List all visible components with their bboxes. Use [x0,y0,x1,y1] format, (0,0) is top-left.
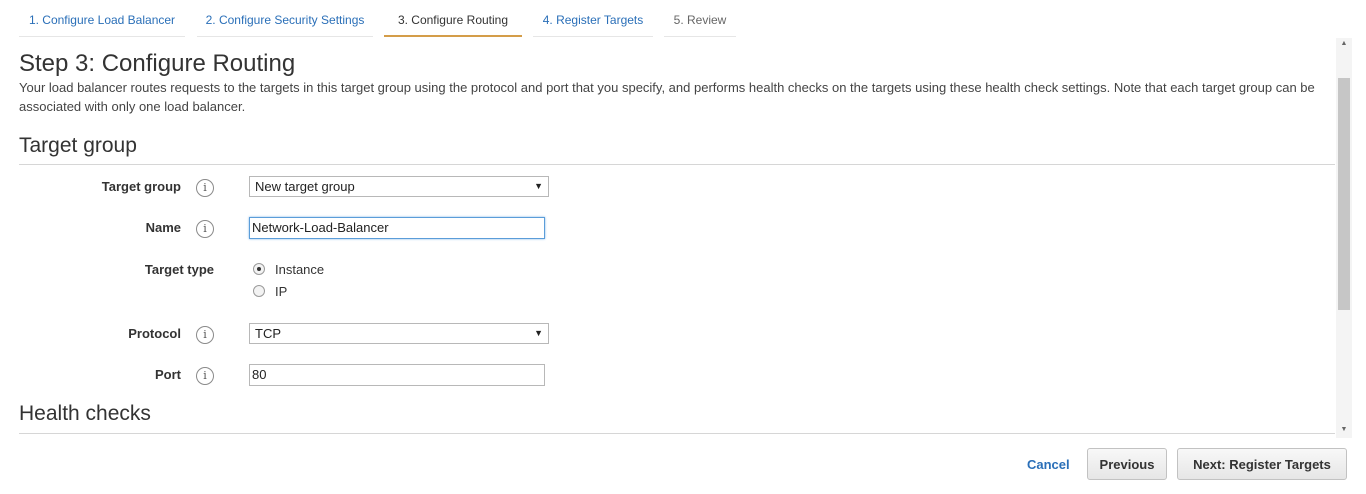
section-divider [19,164,1335,165]
instance-radio[interactable] [253,263,265,275]
previous-button[interactable]: Previous [1087,448,1167,480]
port-input[interactable]: 80 [249,364,545,386]
info-icon[interactable]: i [196,326,214,344]
info-icon[interactable]: i [196,179,214,197]
scrollbar-thumb[interactable] [1338,78,1350,310]
name-input[interactable]: Network-Load-Balancer [249,217,545,239]
vertical-scrollbar[interactable]: ▲ ▼ [1336,38,1352,438]
name-label: Name [145,220,181,235]
scroll-up-icon[interactable]: ▲ [1336,38,1352,50]
ip-radio-label[interactable]: IP [275,284,287,299]
next-register-targets-button[interactable]: Next: Register Targets [1177,448,1347,480]
target-group-heading: Target group [19,134,137,157]
tab-register-targets[interactable]: 4. Register Targets [533,0,653,37]
chevron-down-icon: ▼ [534,328,543,338]
protocol-select[interactable]: TCP ▼ [249,323,549,344]
wizard-content[interactable]: Step 3: Configure Routing Your load bala… [0,38,1352,438]
tab-review: 5. Review [664,0,736,37]
cancel-button[interactable]: Cancel [1027,457,1070,472]
protocol-label: Protocol [128,326,181,341]
port-label: Port [155,367,181,382]
target-group-label: Target group [101,179,181,194]
target-group-select-value: New target group [255,179,355,194]
tab-configure-routing[interactable]: 3. Configure Routing [384,0,522,37]
chevron-down-icon: ▼ [534,181,543,191]
section-divider [19,433,1335,434]
protocol-select-value: TCP [255,326,281,341]
target-type-label: Target type [144,262,214,277]
page-title: Step 3: Configure Routing [19,50,296,77]
tab-configure-security-settings[interactable]: 2. Configure Security Settings [197,0,373,37]
health-checks-heading: Health checks [19,402,151,425]
ip-radio[interactable] [253,285,265,297]
info-icon[interactable]: i [196,220,214,238]
instance-radio-label[interactable]: Instance [275,262,324,277]
scroll-down-icon[interactable]: ▼ [1336,424,1352,436]
target-group-select[interactable]: New target group ▼ [249,176,549,197]
tab-configure-load-balancer[interactable]: 1. Configure Load Balancer [19,0,185,37]
intro-text: Your load balancer routes requests to th… [19,80,1315,114]
info-icon[interactable]: i [196,367,214,385]
